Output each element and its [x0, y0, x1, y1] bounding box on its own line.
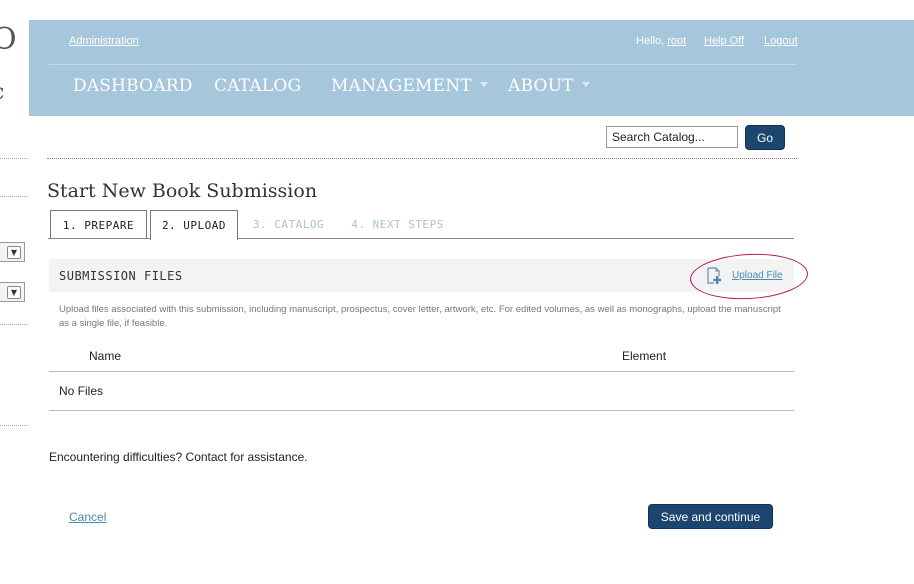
- sidebar-text-fragment: c: [0, 80, 4, 105]
- submission-files-header: SUBMISSION FILES Upload File: [49, 259, 794, 292]
- caret-down-icon: [479, 82, 488, 87]
- submission-files-title: SUBMISSION FILES: [59, 269, 183, 283]
- nav-management[interactable]: MANAGEMENT: [331, 76, 488, 96]
- header-divider: [49, 64, 797, 65]
- empty-files-message: No Files: [59, 384, 104, 398]
- sidebar-divider: [0, 196, 27, 197]
- chevron-down-icon: ▼: [7, 246, 21, 259]
- tab-prepare[interactable]: 1. PREPARE: [50, 210, 147, 239]
- cancel-link[interactable]: Cancel: [69, 510, 106, 524]
- page-title: Start New Book Submission: [47, 180, 318, 202]
- search-input[interactable]: [606, 126, 738, 148]
- sidebar-divider: [0, 324, 27, 325]
- sidebar-divider: [0, 158, 27, 159]
- upload-description: Upload files associated with this submis…: [59, 304, 781, 329]
- nav-label: ABOUT: [508, 76, 574, 96]
- username-link[interactable]: root: [667, 35, 686, 47]
- administration-link[interactable]: Administration: [69, 35, 139, 47]
- hello-text: Hello, root: [636, 35, 686, 47]
- logout-link[interactable]: Logout: [764, 35, 798, 47]
- search-go-button[interactable]: Go: [745, 125, 785, 150]
- sidebar-select[interactable]: ▼: [0, 242, 25, 262]
- save-and-continue-button[interactable]: Save and continue: [648, 504, 773, 529]
- caret-down-icon: [581, 82, 590, 87]
- sidebar-logo-fragment: O: [0, 22, 17, 57]
- table-header-divider: [49, 371, 794, 372]
- chevron-down-icon: ▼: [7, 286, 21, 299]
- column-header-name: Name: [89, 349, 122, 363]
- sidebar-select[interactable]: ▼: [0, 282, 25, 302]
- tab-catalog: 3. CATALOG: [252, 218, 325, 231]
- tab-upload[interactable]: 2. UPLOAD: [150, 210, 238, 240]
- hello-label: Hello,: [636, 35, 665, 47]
- nav-catalog[interactable]: CATALOG: [214, 76, 301, 96]
- nav-label: MANAGEMENT: [331, 76, 472, 96]
- nav-label: DASHBOARD: [73, 76, 193, 96]
- help-toggle-link[interactable]: Help Off: [704, 35, 744, 47]
- sidebar-divider: [0, 425, 27, 426]
- search-divider: [47, 158, 797, 159]
- active-tab-gap: [151, 237, 237, 240]
- tab-next-steps: 4. NEXT STEPS: [351, 218, 444, 231]
- table-bottom-divider: [49, 410, 794, 411]
- site-header: Administration Hello, root Help Off Logo…: [29, 20, 914, 116]
- help-text: Encountering difficulties? Contact for a…: [49, 450, 308, 464]
- nav-about[interactable]: ABOUT: [508, 76, 590, 96]
- nav-label: CATALOG: [214, 76, 302, 96]
- nav-dashboard[interactable]: DASHBOARD: [73, 76, 193, 96]
- column-header-element: Element: [622, 349, 667, 363]
